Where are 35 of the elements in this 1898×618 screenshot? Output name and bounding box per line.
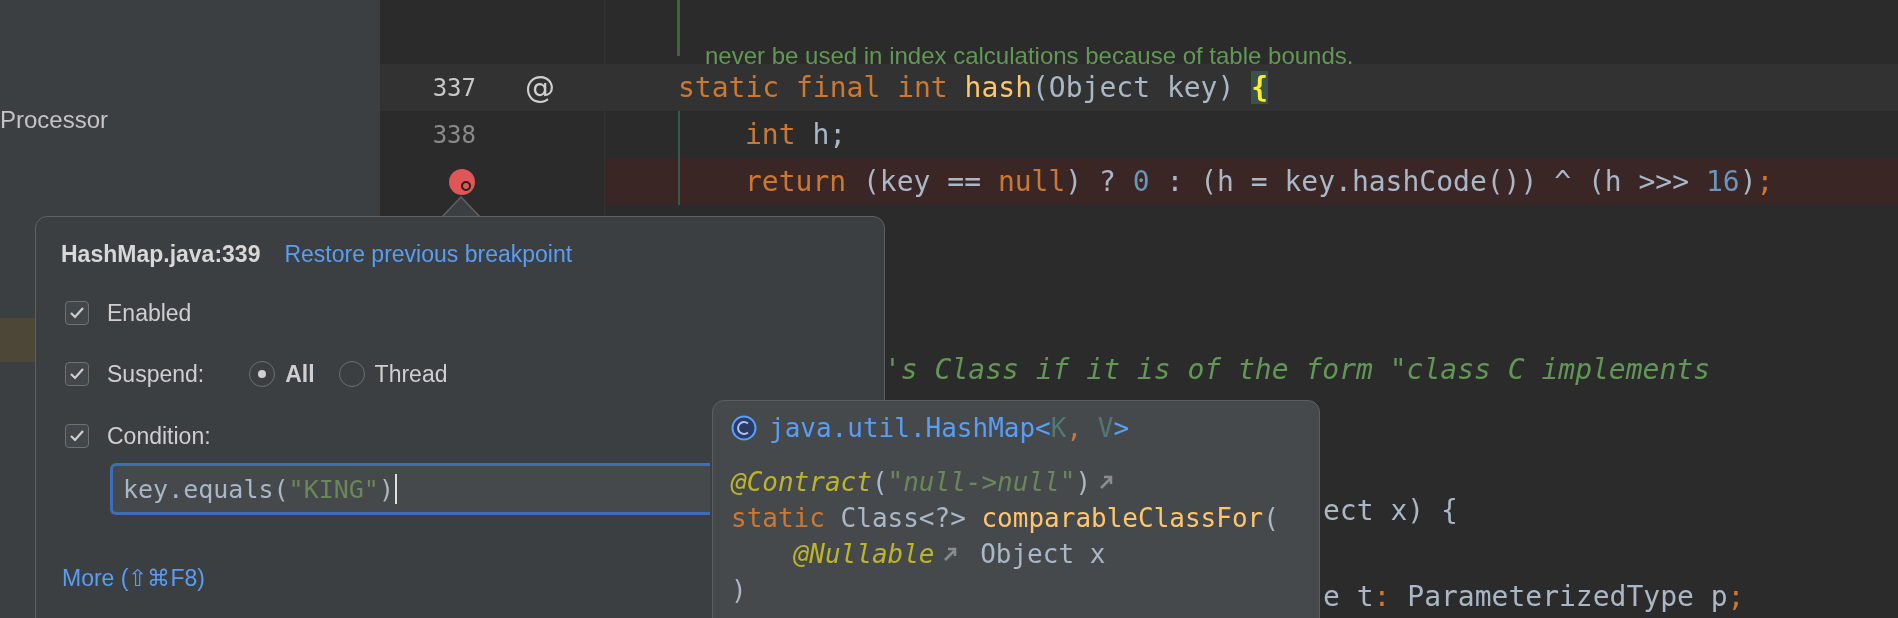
checkbox-label: Suspend: (107, 360, 205, 388)
code-text: static Class<?> comparableClassFor( (731, 503, 1279, 533)
checkmark-icon (69, 306, 85, 320)
radio-label: Thread (374, 360, 448, 388)
code-line: static final int hash(Object key) { (678, 71, 1269, 104)
restore-link[interactable]: Restore previous breakpoint (284, 240, 573, 268)
checkbox[interactable] (65, 424, 89, 448)
breakpoint-icon[interactable] (448, 167, 476, 196)
code-line: e t: ParameterizedType p; (1323, 581, 1745, 613)
code-text: @Contract("null->null") (731, 467, 1092, 497)
checkbox[interactable] (65, 301, 89, 325)
line-number: 338 (432, 120, 476, 149)
radio-label: All (285, 360, 315, 388)
checkbox[interactable] (65, 362, 89, 386)
code-line: 's Class if it is of the form "class C implements (884, 353, 1710, 386)
code-line: ect x) { (1323, 494, 1458, 527)
gutter-marker[interactable]: @ (525, 70, 555, 105)
checkbox-label: Enabled (107, 299, 192, 327)
more-link[interactable]: More (⇧⌘F8) (62, 564, 205, 592)
popup-title: HashMap.java:339 (61, 240, 261, 268)
line-number: 337 (432, 73, 476, 102)
condition-field[interactable]: key.equals("KING") (110, 463, 710, 515)
checkbox-label: Condition: (107, 422, 211, 450)
code-line: return (key == null) ? 0 : (h = key.hashCode()) ^ (h >>> 16); (745, 165, 1774, 198)
checkmark-icon (69, 429, 85, 443)
code-text: ) (731, 575, 747, 605)
class-icon (731, 415, 757, 441)
code-line: int h; (745, 118, 847, 151)
code-text: @Nullable (793, 539, 935, 569)
radio-button[interactable] (249, 361, 276, 387)
code-text: Object x (979, 539, 1106, 569)
doc-comment: never be used in index calculations because of table bounds. (705, 44, 1354, 68)
checkmark-icon (69, 367, 85, 381)
sidebar-item[interactable]: Processor (0, 98, 380, 142)
radio-button[interactable] (338, 361, 365, 387)
